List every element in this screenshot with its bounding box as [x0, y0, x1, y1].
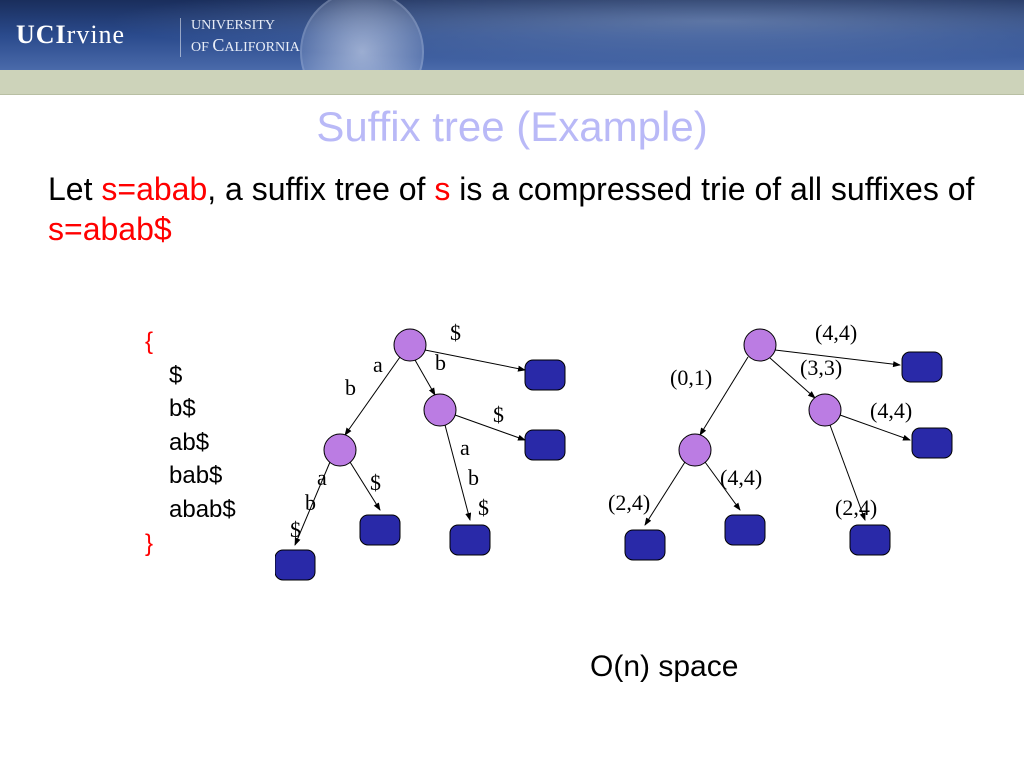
- tree-node-leaf: [725, 515, 765, 545]
- tree-node-leaf: [275, 550, 315, 580]
- tree-node-leaf: [902, 352, 942, 382]
- svg-text:$: $: [478, 495, 489, 520]
- svg-text:b: b: [305, 490, 316, 515]
- svg-text:(4,4): (4,4): [815, 320, 857, 345]
- tree-node-internal: [324, 434, 356, 466]
- tree-node-internal: [394, 329, 426, 361]
- tree-node-leaf: [525, 360, 565, 390]
- svg-text:(2,4): (2,4): [835, 495, 877, 520]
- svg-text:b: b: [435, 350, 446, 375]
- tree-node-internal: [744, 329, 776, 361]
- svg-text:(4,4): (4,4): [870, 398, 912, 423]
- suffix-tree-labeled: $ a b b $ a b $ a b $ $: [275, 310, 595, 610]
- tree-node-leaf: [360, 515, 400, 545]
- svg-text:a: a: [373, 352, 383, 377]
- suffix-item: b$: [169, 392, 236, 426]
- tree-node-leaf: [912, 428, 952, 458]
- logo-subtitle: UNIVERSITY OF CALIFORNIA: [180, 18, 300, 57]
- list-close-brace: }: [145, 527, 236, 561]
- svg-text:b: b: [345, 375, 356, 400]
- seal-graphic: [300, 0, 424, 70]
- tree-node-leaf: [850, 525, 890, 555]
- slide-body-text: Let s=abab, a suffix tree of s is a comp…: [48, 169, 984, 249]
- suffix-item: $: [169, 359, 236, 393]
- suffix-item: abab$: [169, 493, 236, 527]
- tree-node-leaf: [450, 525, 490, 555]
- svg-text:a: a: [460, 435, 470, 460]
- logo-main: UCIUCIrvinervine: [16, 20, 125, 50]
- suffix-tree-pairs: (4,4) (0,1) (3,3) (4,4) (2,4) (2,4) (4,4…: [590, 310, 960, 610]
- svg-text:b: b: [468, 465, 479, 490]
- suffix-list: { $ b$ ab$ bab$ abab$ }: [145, 325, 236, 560]
- suffix-item: bab$: [169, 459, 236, 493]
- header-bar: [0, 70, 1024, 95]
- list-open-brace: {: [145, 325, 236, 359]
- svg-text:(3,3): (3,3): [800, 355, 842, 380]
- tree-node-internal: [424, 394, 456, 426]
- svg-text:a: a: [317, 465, 327, 490]
- header-banner: UCIUCIrvinervine UNIVERSITY OF CALIFORNI…: [0, 0, 1024, 70]
- tree-node-internal: [679, 434, 711, 466]
- svg-text:(0,1): (0,1): [670, 365, 712, 390]
- svg-text:$: $: [370, 470, 381, 495]
- svg-text:$: $: [493, 402, 504, 427]
- svg-text:$: $: [450, 320, 461, 345]
- svg-text:(4,4): (4,4): [720, 465, 762, 490]
- tree-node-leaf: [625, 530, 665, 560]
- svg-text:(2,4): (2,4): [608, 490, 650, 515]
- slide-title: Suffix tree (Example): [0, 103, 1024, 151]
- suffix-item: ab$: [169, 426, 236, 460]
- tree-node-leaf: [525, 430, 565, 460]
- footnote: O(n) space: [590, 650, 738, 684]
- svg-text:$: $: [290, 517, 301, 542]
- tree-node-internal: [809, 394, 841, 426]
